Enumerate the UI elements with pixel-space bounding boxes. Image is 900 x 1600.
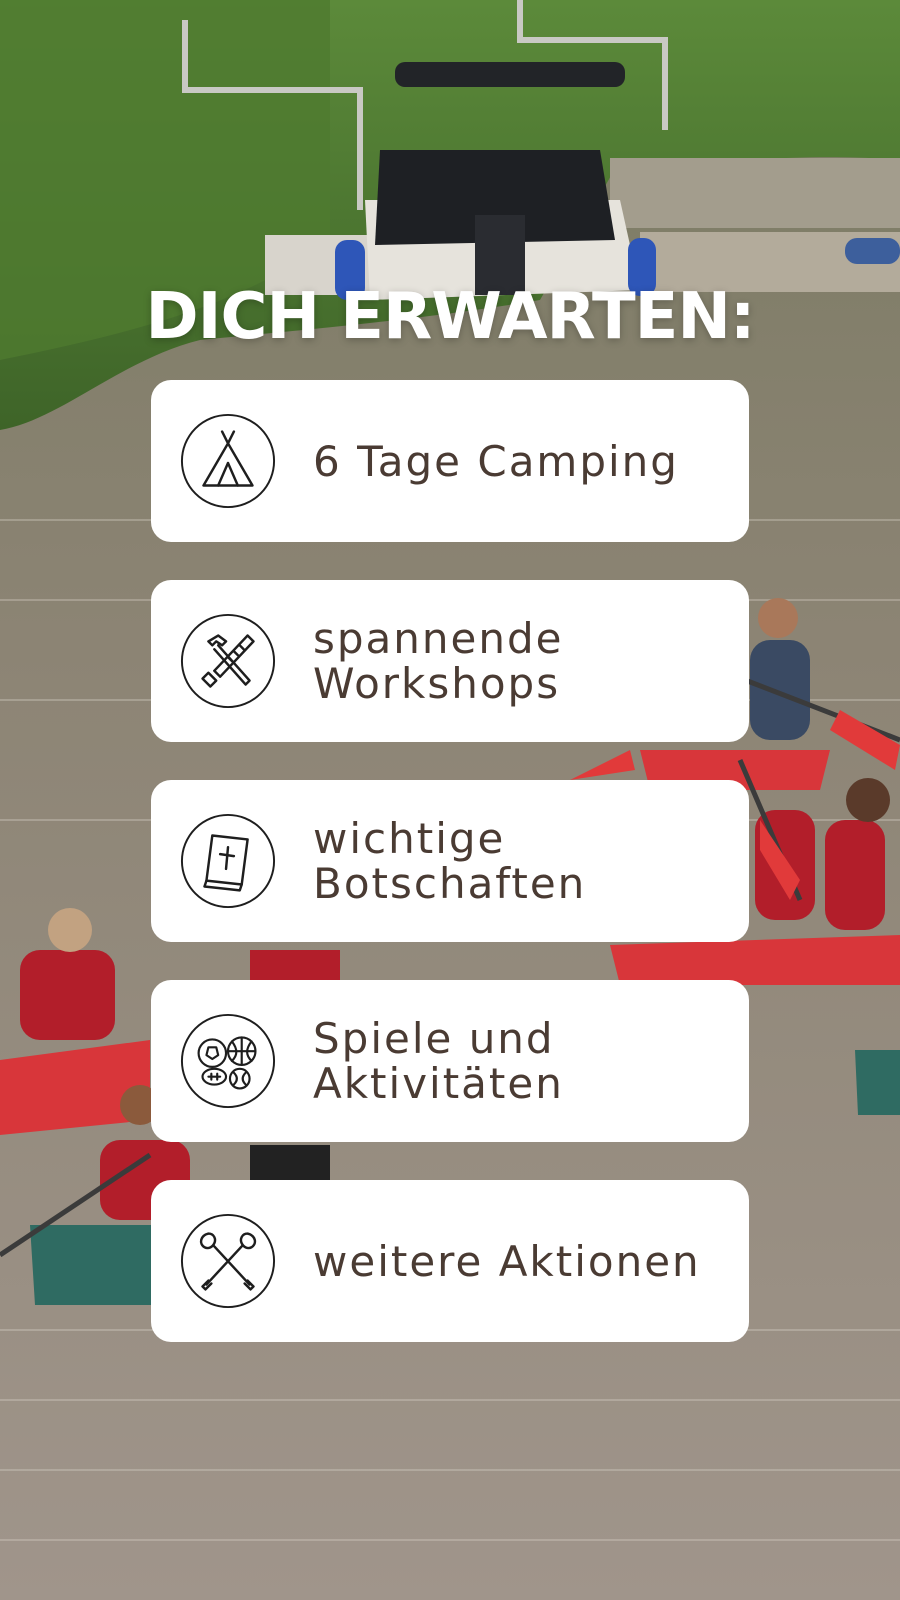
feature-label: weitere Aktionen <box>313 1236 701 1286</box>
feature-card-actions: weitere Aktionen <box>151 1180 749 1342</box>
feature-card-camping: 6 Tage Camping <box>151 380 749 542</box>
feature-label: wichtige Botschaften <box>313 814 587 908</box>
tent-icon <box>179 412 277 510</box>
sports-balls-icon <box>179 1012 277 1110</box>
feature-label: 6 Tage Camping <box>313 436 679 486</box>
feature-card-workshops: spannende Workshops <box>151 580 749 742</box>
feature-card-messages: wichtige Botschaften <box>151 780 749 942</box>
feature-card-games: Spiele und Aktivitäten <box>151 980 749 1142</box>
feature-label: spannende Workshops <box>313 614 564 708</box>
page-title: DICH ERWARTEN: <box>145 280 756 354</box>
tools-icon <box>179 612 277 710</box>
feature-label: Spiele und Aktivitäten <box>313 1014 564 1108</box>
crossed-paddles-icon <box>179 1212 277 1310</box>
bible-icon <box>179 812 277 910</box>
